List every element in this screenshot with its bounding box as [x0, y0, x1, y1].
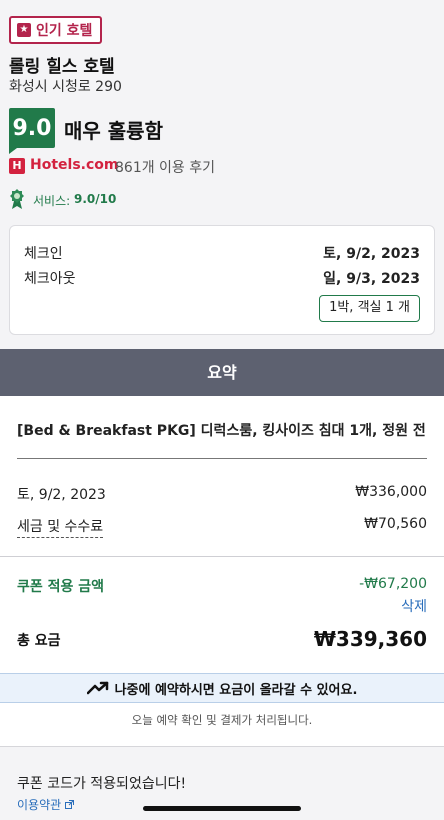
footer-section: 쿠폰 코드가 적용되었습니다! 이용약관	[0, 746, 444, 820]
terms-link[interactable]: 이용약관	[17, 796, 74, 813]
payment-confirm-note: 오늘 예약 확인 및 결제가 처리됩니다.	[131, 713, 313, 727]
taxes-fees-link[interactable]: 세금 및 수수료	[17, 516, 104, 538]
hotel-address: 화성시 시청로 290	[9, 79, 122, 95]
checkin-label: 체크인	[24, 246, 63, 262]
room-name: [Bed & Breakfast PKG] 디럭스룸, 킹사이즈 침대 1개, …	[17, 423, 427, 439]
star-badge-icon: ★	[17, 23, 31, 37]
hotel-name: 롤링 힐스 호텔	[9, 57, 115, 77]
total-label: 총 요금	[17, 633, 61, 649]
summary-header: 요약	[0, 349, 444, 396]
price-summary-section: [Bed & Breakfast PKG] 디럭스룸, 킹사이즈 침대 1개, …	[0, 396, 444, 746]
external-link-icon	[65, 800, 74, 809]
rating-badge-tail	[9, 148, 17, 154]
medal-icon	[10, 189, 24, 209]
stay-dates-card: 체크인 토, 9/2, 2023 체크아웃 일, 9/3, 2023 1박, 객…	[9, 225, 435, 335]
divider	[17, 458, 427, 459]
rating-label: 매우 훌륭함	[64, 119, 163, 143]
night-date: 토, 9/2, 2023	[17, 487, 106, 503]
badge-label: 인기 호텔	[36, 23, 93, 39]
night-price: ₩336,000	[355, 484, 427, 500]
reviews-brand: Hotels.com	[30, 157, 119, 173]
service-value: 9.0/10	[74, 192, 117, 206]
reviews-count-link[interactable]: 861개 이용 후기	[115, 157, 215, 177]
checkin-value: 토, 9/2, 2023	[323, 246, 420, 262]
coupon-applied-message: 쿠폰 코드가 적용되었습니다!	[17, 776, 187, 792]
total-price: ₩339,360	[313, 627, 427, 651]
popular-hotel-badge: ★ 인기 호텔	[9, 16, 102, 44]
coupon-delete-link[interactable]: 삭제	[401, 596, 427, 616]
divider	[0, 556, 444, 557]
coupon-amount: -₩67,200	[359, 576, 427, 592]
hotels-com-logo-icon: H	[9, 158, 25, 174]
checkout-value: 일, 9/3, 2023	[323, 271, 420, 287]
hotel-info-section: ★ 인기 호텔 롤링 힐스 호텔 화성시 시청로 290 9.0 매우 훌륭함 …	[0, 0, 444, 349]
rating-score-badge: 9.0	[9, 108, 55, 148]
terms-label: 이용약관	[17, 798, 62, 812]
service-label: 서비스:	[33, 194, 71, 208]
checkout-label: 체크아웃	[24, 271, 76, 287]
coupon-label: 쿠폰 적용 금액	[17, 579, 105, 595]
trending-up-icon	[86, 681, 108, 695]
taxes-fees-price: ₩70,560	[364, 516, 427, 532]
price-increase-notice: 나중에 예약하시면 요금이 올라갈 수 있어요.	[0, 673, 444, 703]
home-indicator[interactable]	[143, 806, 301, 811]
notice-text: 나중에 예약하시면 요금이 올라갈 수 있어요.	[114, 682, 358, 698]
stay-summary-pill: 1박, 객실 1 개	[319, 295, 420, 322]
